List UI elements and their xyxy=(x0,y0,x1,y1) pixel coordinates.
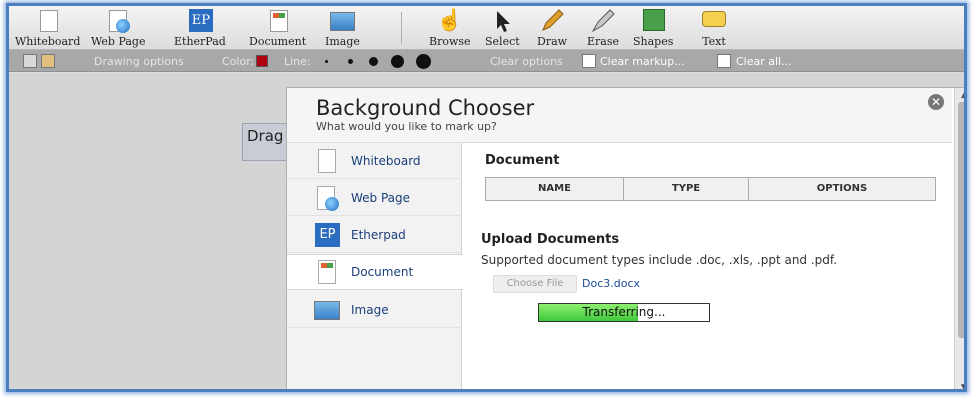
text-tool-label: Text xyxy=(702,35,726,48)
clear-all-button[interactable]: Clear all... xyxy=(736,55,792,68)
options-bar: Drawing options Color: Line: Clear optio… xyxy=(9,50,964,72)
etherpad-tool-label: EtherPad xyxy=(174,35,226,48)
column-header-type[interactable]: TYPE xyxy=(624,178,749,200)
line-size-2[interactable] xyxy=(348,59,353,64)
clear-options-label: Clear options xyxy=(490,55,563,68)
hand-icon: ☝ xyxy=(436,8,463,32)
document-icon xyxy=(314,259,340,285)
selected-file-name: Doc3.docx xyxy=(582,277,641,290)
sidebar-item-document[interactable]: Document xyxy=(287,254,463,290)
etherpad-icon: EP xyxy=(187,8,213,34)
clear-markup-button[interactable]: Clear markup... xyxy=(600,55,685,68)
column-header-options[interactable]: OPTIONS xyxy=(749,178,935,200)
arrow-cursor-icon xyxy=(489,8,515,34)
document-tool[interactable]: Document xyxy=(249,8,306,48)
sidebar-item-label: Image xyxy=(351,302,389,317)
line-label: Line: xyxy=(284,55,311,68)
sidebar-item-label: Whiteboard xyxy=(351,153,421,168)
web-page-icon xyxy=(105,8,131,34)
toolbar-divider xyxy=(401,12,402,44)
supported-types-text: Supported document types include .doc, .… xyxy=(481,253,838,267)
clear-all-checkbox[interactable] xyxy=(717,54,731,68)
main-toolbar: Whiteboard Web Page EP EtherPad Document xyxy=(9,6,964,50)
image-tool[interactable]: Image xyxy=(325,8,360,48)
line-size-3[interactable] xyxy=(369,57,378,66)
app-window: Whiteboard Web Page EP EtherPad Document xyxy=(6,3,967,392)
upload-progress-text: Transferring... xyxy=(582,305,666,319)
choose-file-button[interactable]: Choose File xyxy=(493,275,577,293)
sidebar-item-image[interactable]: Image xyxy=(287,292,462,328)
line-size-5[interactable] xyxy=(416,54,431,69)
whiteboard-tool[interactable]: Whiteboard xyxy=(15,8,80,48)
document-section-title: Document xyxy=(485,153,560,168)
copy-icon[interactable] xyxy=(23,54,37,68)
dialog-scrollbar[interactable]: ▲ ▼ xyxy=(954,88,964,389)
whiteboard-icon xyxy=(35,8,61,34)
sidebar-item-etherpad[interactable]: EP Etherpad xyxy=(287,217,462,253)
erase-tool[interactable]: Erase xyxy=(587,8,619,48)
line-size-4[interactable] xyxy=(391,55,404,68)
dialog-header: Background Chooser What would you like t… xyxy=(287,88,952,143)
draw-tool-label: Draw xyxy=(537,35,568,48)
sidebar-item-web-page[interactable]: Web Page xyxy=(287,180,462,216)
etherpad-tool[interactable]: EP EtherPad xyxy=(174,8,226,48)
browse-tool-label: Browse xyxy=(429,35,471,48)
text-bubble-icon xyxy=(701,8,727,34)
shapes-tool-label: Shapes xyxy=(633,35,674,48)
sidebar-item-label: Etherpad xyxy=(351,227,406,242)
sidebar-item-whiteboard[interactable]: Whiteboard xyxy=(287,143,462,179)
sidebar-item-label: Web Page xyxy=(351,190,411,205)
dialog-subtitle: What would you like to mark up? xyxy=(316,120,497,133)
image-icon xyxy=(314,297,340,323)
document-icon xyxy=(265,8,291,34)
scroll-up-icon[interactable]: ▲ xyxy=(961,90,964,100)
color-swatch[interactable] xyxy=(256,55,268,67)
web-page-tool[interactable]: Web Page xyxy=(91,8,145,48)
upload-section-title: Upload Documents xyxy=(481,232,620,247)
background-type-sidebar: Whiteboard Web Page EP Etherpad Document… xyxy=(287,143,463,389)
shapes-tool[interactable]: Shapes xyxy=(633,8,673,48)
shapes-icon xyxy=(640,8,666,34)
dialog-title: Background Chooser xyxy=(316,96,535,120)
document-tool-label: Document xyxy=(249,35,307,48)
browse-tool[interactable]: ☝ Browse xyxy=(429,8,471,48)
whiteboard-icon xyxy=(314,148,340,174)
upload-progress-bar: Transferring... xyxy=(538,303,710,322)
whiteboard-tool-label: Whiteboard xyxy=(15,35,81,48)
text-tool[interactable]: Text xyxy=(701,8,727,48)
pencil-icon xyxy=(539,8,565,34)
etherpad-icon: EP xyxy=(314,222,340,248)
select-tool-label: Select xyxy=(485,35,520,48)
erase-tool-label: Erase xyxy=(587,35,620,48)
image-icon xyxy=(329,8,356,34)
color-label: Color: xyxy=(222,55,255,68)
sidebar-item-label: Document xyxy=(351,265,414,279)
documents-table: NAME TYPE OPTIONS xyxy=(485,177,936,201)
background-chooser-dialog: Background Chooser What would you like t… xyxy=(286,87,964,389)
select-tool[interactable]: Select xyxy=(485,8,520,48)
column-header-name[interactable]: NAME xyxy=(486,178,624,200)
clear-markup-checkbox[interactable] xyxy=(582,54,596,68)
close-icon[interactable]: ✕ xyxy=(928,94,944,110)
paste-icon[interactable] xyxy=(41,54,55,68)
web-page-icon xyxy=(314,185,340,211)
draw-tool[interactable]: Draw xyxy=(537,8,567,48)
web-page-tool-label: Web Page xyxy=(91,35,146,48)
image-tool-label: Image xyxy=(325,35,360,48)
scroll-thumb[interactable] xyxy=(958,102,964,338)
drawing-options-label: Drawing options xyxy=(94,55,184,68)
eraser-icon xyxy=(590,8,616,34)
scroll-down-icon[interactable]: ▼ xyxy=(961,383,964,389)
line-size-1[interactable] xyxy=(325,60,328,63)
